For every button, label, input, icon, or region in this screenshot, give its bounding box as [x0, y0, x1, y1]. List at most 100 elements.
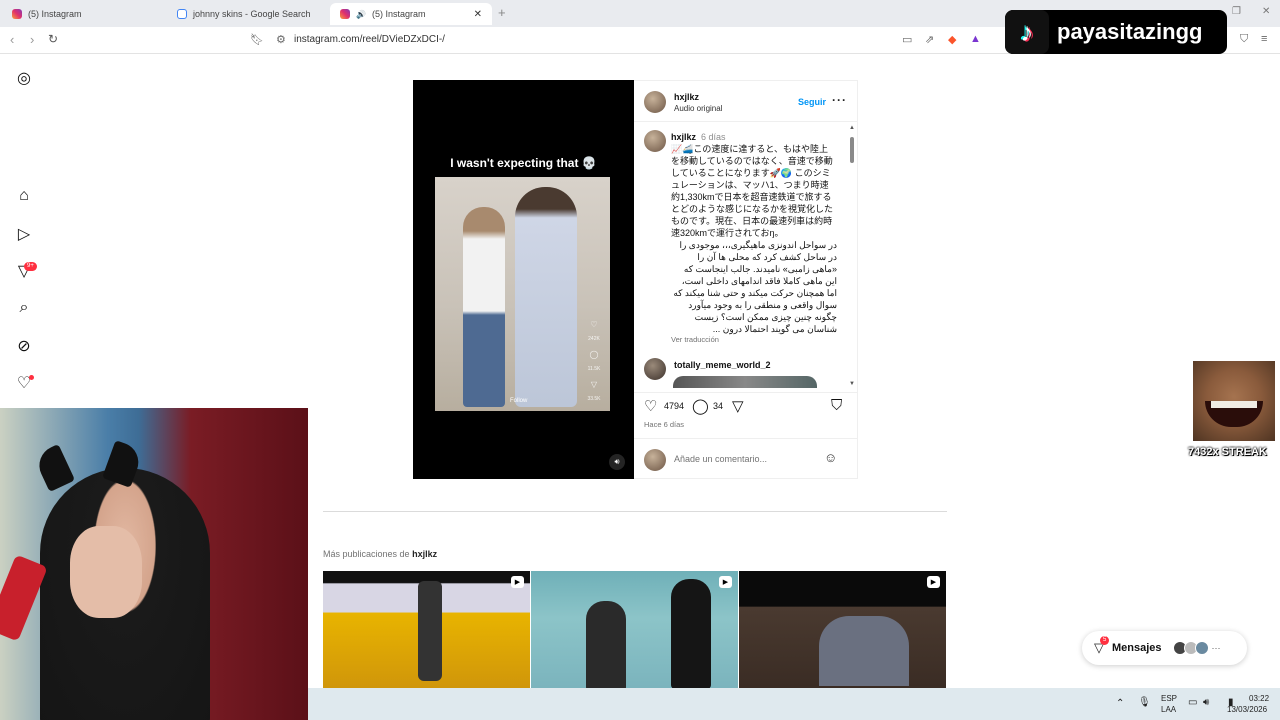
thumb-figure [671, 579, 711, 688]
scroll-thumb[interactable] [850, 137, 854, 163]
language-region: LAA [1161, 705, 1177, 714]
reload-icon[interactable]: ↻ [48, 32, 58, 46]
menu-icon[interactable]: ≡ [1261, 33, 1267, 45]
messages-label: Mensajes [1112, 642, 1162, 654]
microphone-icon[interactable]: 🎙︎ [1138, 697, 1151, 708]
caption-time: 6 días [701, 132, 726, 142]
share-icon[interactable]: ⇗ [925, 33, 934, 46]
maximize-icon[interactable]: ❐ [1232, 6, 1241, 17]
webcam-overlay [0, 408, 308, 720]
clock-time[interactable]: 03:22 [1249, 694, 1269, 703]
reel-video[interactable]: I wasn't expecting that 💀 ♡ 242K ◯ 11.5K… [413, 80, 634, 479]
mute-button[interactable]: 🔊︎ [609, 454, 625, 470]
rewards-icon[interactable]: ▲ [970, 33, 981, 45]
scroll-down-icon[interactable]: ▼ [849, 381, 855, 387]
back-icon[interactable]: ‹ [10, 32, 14, 47]
emoji-icon[interactable]: ☺ [824, 450, 837, 465]
instagram-logo-icon[interactable]: ◎ [14, 68, 34, 88]
address-bar[interactable]: instagram.com/reel/DVieDZxDCI-/ [294, 34, 445, 45]
close-window-icon[interactable]: ✕ [1262, 6, 1270, 17]
caption-persian: در سواحل اندونزی ماهیگیری،،، موجودی را د… [673, 240, 837, 334]
notification-dot [29, 375, 34, 380]
thumb-figure [418, 581, 442, 681]
video-like-icon: ♡ [590, 320, 598, 329]
bookmark-icon[interactable]: 🔖︎ [250, 33, 264, 46]
clock-date: 13/03/2026 [1227, 705, 1268, 714]
tab-title: (5) Instagram [28, 9, 82, 19]
more-posts-user[interactable]: hxjlkz [412, 549, 437, 559]
explore-icon[interactable]: ⊘ [14, 336, 34, 356]
post-username[interactable]: hxjlkz [674, 92, 699, 102]
avatar[interactable] [644, 91, 666, 113]
video-caption: I wasn't expecting that 💀 [450, 156, 597, 170]
thumb-figure [819, 616, 909, 686]
comment-icon[interactable]: ◯ [692, 397, 709, 415]
teeth [1211, 401, 1257, 408]
video-share-count: 33.5K [587, 396, 601, 402]
translate-link[interactable]: Ver traducción [671, 335, 719, 344]
cast-icon[interactable]: ▭ [902, 33, 912, 46]
messages-badge: 5 [1100, 636, 1110, 645]
comment-count: 34 [713, 401, 724, 411]
caption-avatar[interactable] [644, 130, 666, 152]
tab-google-search[interactable]: johnny skins - Google Search [167, 3, 330, 25]
video-share-icon: ▽ [590, 380, 598, 389]
chevron-up-icon[interactable]: ⌃ [1116, 698, 1124, 709]
video-comment-count: 11.5K [587, 366, 601, 372]
instagram-icon [340, 9, 350, 19]
posted-time: Hace 6 días [644, 420, 685, 429]
save-icon[interactable]: ⛉ [831, 397, 842, 414]
tab-instagram-1[interactable]: (5) Instagram [2, 3, 167, 25]
post-thumbnail[interactable]: ▶ [323, 571, 530, 688]
speaker-icon: 🔊 [356, 9, 366, 19]
tab-title: (5) Instagram [371, 9, 426, 19]
new-tab-button[interactable]: + [498, 5, 506, 20]
video-like-count: 242K [588, 336, 600, 342]
divider [634, 392, 858, 393]
forward-icon[interactable]: › [30, 32, 34, 47]
post-thumbnail[interactable]: ▶ [739, 571, 946, 688]
search-icon[interactable]: ⌕ [14, 298, 34, 318]
comment-input[interactable]: Añade un comentario... [674, 454, 767, 464]
reels-icon[interactable]: ▷ [14, 224, 34, 244]
network-icon[interactable]: ▭ [1188, 697, 1197, 708]
message-avatars: ··· [1172, 641, 1221, 655]
tab-instagram-active[interactable]: 🔊 (5) Instagram ✕ [330, 3, 492, 25]
like-count: 4794 [664, 401, 685, 411]
close-tab-icon[interactable]: ✕ [474, 9, 482, 20]
more-icon: ··· [1211, 643, 1221, 653]
audio-link[interactable]: Audio original [674, 104, 722, 113]
more-options-icon[interactable]: ··· [832, 93, 847, 107]
speaker-icon: 🔊︎ [614, 457, 620, 466]
video-frame [435, 177, 610, 411]
divider [634, 121, 858, 122]
share-icon[interactable]: ▽ [732, 397, 744, 415]
post-panel: hxjlkz Audio original Seguir ··· hxjlkz … [634, 80, 858, 479]
messenger-icon: ▽ 5 [1094, 636, 1110, 656]
brave-shield-icon[interactable]: ◆ [948, 33, 956, 46]
scrollbar[interactable]: ▲ ▼ [849, 125, 855, 390]
woman-figure [515, 187, 577, 407]
video-comment-icon: ◯ [589, 350, 599, 359]
language-indicator[interactable]: ESP [1161, 694, 1177, 703]
follow-button[interactable]: Seguir [798, 97, 826, 107]
caption-username[interactable]: hxjlkz [671, 132, 696, 142]
messages-button[interactable]: ▽ 5 Mensajes ··· [1082, 631, 1247, 665]
man-figure [463, 207, 505, 407]
own-avatar [644, 449, 666, 471]
avatar [1194, 641, 1209, 655]
post-thumbnail[interactable]: ▶ [531, 571, 738, 688]
skull-emoji: 💀 [581, 156, 597, 170]
site-settings-icon[interactable]: ⚙ [276, 33, 286, 46]
volume-icon[interactable]: 🔊︎ [1203, 697, 1209, 708]
scroll-up-icon[interactable]: ▲ [849, 125, 855, 131]
home-icon[interactable]: ⌂ [14, 186, 34, 206]
comment-username[interactable]: totally_meme_world_2 [674, 360, 771, 370]
shield-icon[interactable]: ⛉ [1240, 33, 1248, 46]
like-icon[interactable]: ♡ [644, 397, 657, 415]
instagram-icon [12, 9, 22, 19]
tiktok-username: payasitazingg [1057, 19, 1203, 44]
comment-avatar[interactable] [644, 358, 666, 380]
tiktok-icon: ♪ [1005, 10, 1049, 54]
reel-icon: ▶ [927, 576, 940, 588]
